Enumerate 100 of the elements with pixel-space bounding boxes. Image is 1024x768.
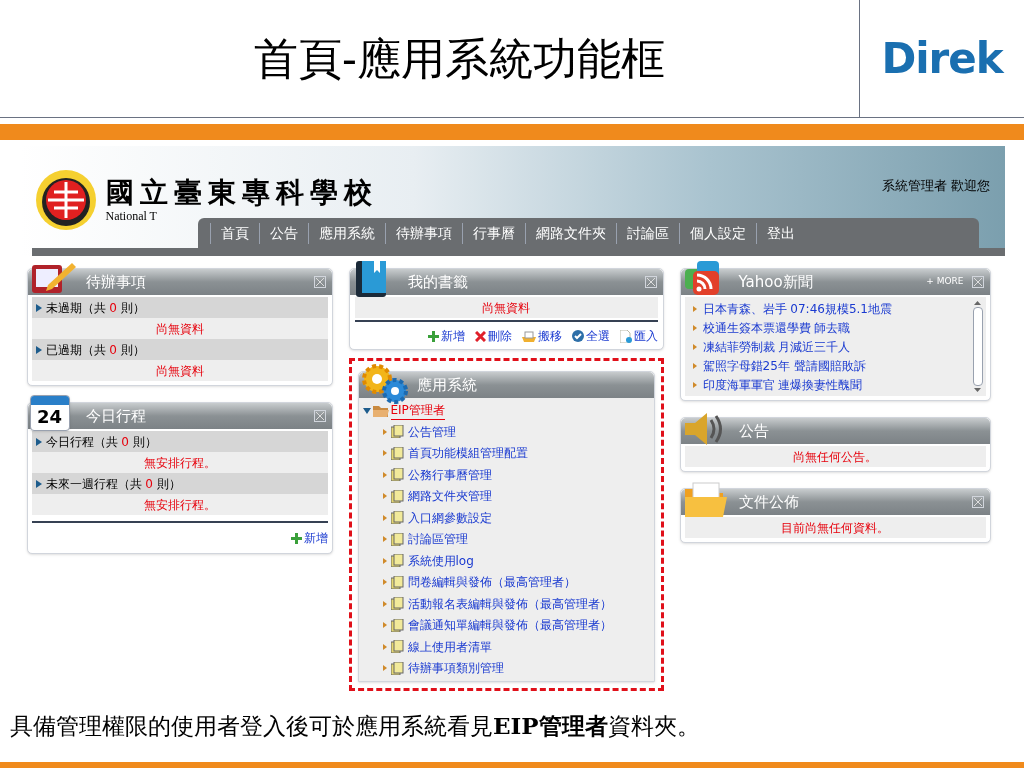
nav-link[interactable]: 網路文件夾 [524,222,616,244]
bullet-icon [382,514,387,521]
document-icon [390,554,404,568]
tree-link[interactable]: 討論區管理 [407,530,468,549]
empty-message: 尚無資料 [155,320,204,338]
tree-link[interactable]: 問卷編輯與發佈（最高管理者） [407,573,576,592]
nav-link[interactable]: 討論區 [615,222,679,244]
plus-icon [290,532,302,544]
panel-title: 我的書籤 [407,271,469,293]
document-icon [390,575,404,589]
nav-link[interactable]: 公告 [258,222,308,244]
toolbar-button[interactable]: 新增 [427,327,465,345]
check-circle-icon [571,330,584,342]
tree-link[interactable]: 系統使用log [407,551,474,570]
caret-icon [362,407,371,414]
bullet-icon [382,428,387,435]
nav-link[interactable]: 應用系統 [307,222,385,244]
document-icon [390,640,404,654]
document-icon [390,661,404,675]
folder-label: EIP管理者 [390,401,445,420]
news-link[interactable]: 駕照字母錯25年 聲請國賠敗訴 [702,356,866,375]
plus-icon [427,330,439,342]
section-label: 今日行程（共 0 則） [45,433,157,451]
nav-link[interactable]: 首頁 [209,222,259,244]
document-icon [390,468,404,482]
bullet-icon [382,471,387,478]
school-emblem [33,168,98,232]
news-link[interactable]: 校通生簽本票還學費 師去職 [702,318,851,337]
tree-link[interactable]: 公告管理 [407,422,456,441]
tree-link[interactable]: 網路文件夾管理 [407,487,492,506]
empty-message: 尚無資料 [155,362,204,380]
add-button[interactable]: 新增 [290,529,328,547]
section-label: 已過期（共 0 則） [45,341,145,359]
section-label: 未過期（共 0 則） [45,299,145,317]
empty-message: 目前尚無任何資料。 [781,519,889,537]
bullet-icon [382,643,387,650]
tree-link[interactable]: 入口網參數設定 [407,508,492,527]
close-icon[interactable] [313,276,326,288]
tree-link[interactable]: 會議通知單編輯與發佈（最高管理者） [407,616,612,635]
bullet-icon [382,557,387,564]
tree-link[interactable]: 待辦事項類別管理 [407,659,504,678]
news-link[interactable]: 凍結菲勞制裁 月減近三千人 [702,337,851,356]
panel-title: 公告 [738,420,770,442]
tree-link[interactable]: 線上使用者清單 [407,637,492,656]
triangle-icon [35,303,42,312]
triangle-icon [35,345,42,354]
section-row[interactable]: 今日行程（共 0 則） [31,431,328,452]
document-icon [390,489,404,503]
tray-icon [521,330,536,342]
section-label: 未來一週行程（共 0 則） [45,475,181,493]
tree-link[interactable]: 公務行事曆管理 [407,465,492,484]
close-icon[interactable] [971,276,984,288]
tree-folder[interactable]: EIP管理者 [362,400,650,421]
school-name-english: National T [105,209,158,223]
bullet-icon [382,450,387,457]
document-icon [390,511,404,525]
toolbar-button[interactable]: 全選 [571,327,610,345]
empty-message: 無安排行程。 [143,454,216,472]
toolbar-button[interactable]: 刪除 [474,327,512,345]
calendar-icon: 24 [29,395,70,431]
panel-title: 待辦事項 [85,271,147,293]
empty-message: 無安排行程。 [143,496,216,514]
panel-title: 今日行程 [85,405,147,427]
slide-caption: 具備管理權限的使用者登入後可於應用系統看見EIP管理者資料夾。 [10,711,700,742]
scroll-down-icon[interactable] [974,388,981,392]
bullet-icon [382,493,387,500]
school-name: 國立臺東專科學校 [105,177,378,209]
toolbar-button[interactable]: 匯入 [619,327,658,345]
panel-title: 應用系統 [416,374,478,396]
document-icon [390,446,404,460]
folder-icon [372,404,389,417]
slide-title: 首頁-應用系統功能框 [253,31,666,86]
empty-message: 尚無任何公告。 [793,448,877,466]
scroll-up-icon[interactable] [974,301,981,305]
section-row[interactable]: 已過期（共 0 則） [31,339,328,360]
toolbar-button[interactable]: 搬移 [521,327,562,345]
section-row[interactable]: 未過期（共 0 則） [31,297,328,318]
tree-link[interactable]: 活動報名表編輯與發佈（最高管理者） [407,594,612,613]
triangle-icon [35,437,42,446]
news-link[interactable]: 日本青森、岩手 07:46規模5.1地震 [702,299,892,318]
document-icon [390,618,404,632]
nav-link[interactable]: 待辦事項 [384,222,462,244]
x-icon [474,330,486,342]
document-icon [390,425,404,439]
nav-link[interactable]: 行事曆 [461,222,525,244]
panel-title: 文件公佈 [738,491,800,513]
nav-link[interactable]: 登出 [755,222,805,244]
bullet-icon [382,665,387,672]
section-row[interactable]: 未來一週行程（共 0 則） [31,473,328,494]
document-icon [390,532,404,546]
close-icon[interactable] [644,276,657,288]
close-icon[interactable] [313,410,326,422]
tree-link[interactable]: 首頁功能模組管理配置 [407,444,528,463]
nav-link[interactable]: 個人設定 [678,222,756,244]
bullet-icon [382,579,387,586]
news-link[interactable]: 印度海軍軍官 連爆換妻性醜聞 [702,375,863,394]
close-icon[interactable] [971,496,984,508]
company-logo: Direk [881,33,1003,85]
triangle-icon [35,479,42,488]
document-icon [390,597,404,611]
